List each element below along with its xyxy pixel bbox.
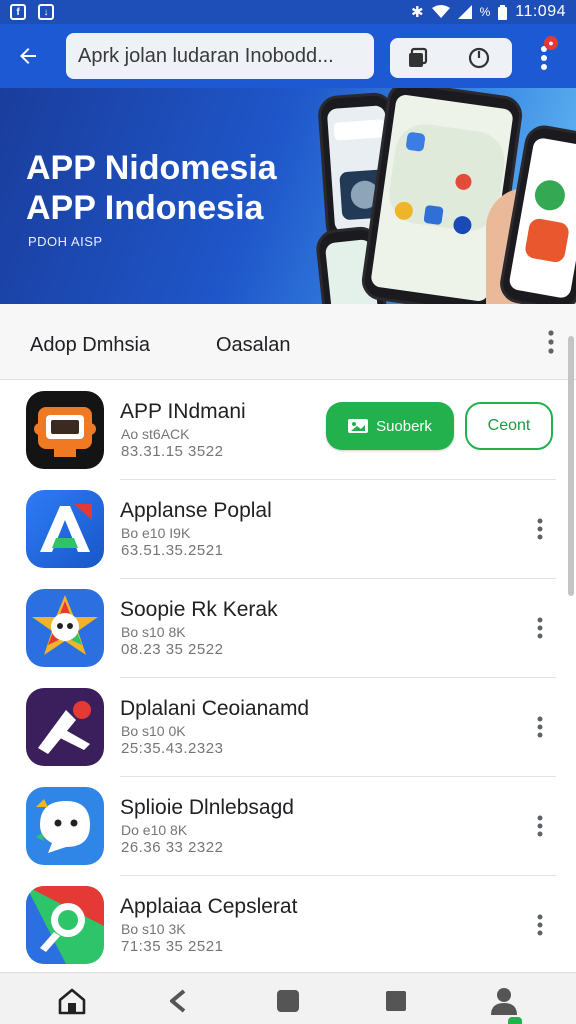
app-name: APP INdmani: [120, 400, 246, 423]
star-face-icon: [26, 589, 104, 667]
filter-row: Adop Dmhsia Oasalan: [0, 304, 576, 380]
promo-banner[interactable]: APP Nidomesia APP Indonesia PDOH AISP: [0, 88, 576, 304]
app-date: 83.31.15 3522: [121, 443, 224, 460]
app-date: 71:35 35 2521: [121, 938, 224, 955]
wifi-icon: [431, 5, 450, 18]
clock: 11:094: [515, 3, 566, 20]
list-item[interactable]: Splioie Dlnlebsagd Do e10 8K 26.36 33 23…: [0, 776, 566, 876]
notification-badge: ●: [544, 36, 558, 50]
open-button[interactable]: Suoberk: [326, 402, 454, 450]
nav-recents[interactable]: [270, 985, 306, 1017]
banner-title-line1: APP Nidomesia: [26, 149, 277, 187]
app-date: 63.51.35.2521: [121, 542, 224, 559]
timer-icon: [468, 47, 490, 69]
app-name: Soopie Rk Kerak: [120, 598, 278, 621]
more-button[interactable]: [530, 711, 550, 743]
more-button[interactable]: [530, 810, 550, 842]
more-button[interactable]: [530, 909, 550, 941]
app-meta: Ao st6ACK: [121, 426, 190, 442]
home-icon: [58, 988, 86, 1015]
bluetooth-icon: ✱: [411, 4, 424, 21]
overflow-menu-button[interactable]: ●: [524, 34, 564, 82]
battery-label: %: [479, 5, 491, 19]
app-meta: Bo e10 I9K: [121, 525, 191, 541]
tabs-button[interactable]: [390, 38, 446, 78]
search-input[interactable]: [78, 44, 362, 68]
list-item[interactable]: APP INdmani Ao st6ACK 83.31.15 3522 Suob…: [0, 380, 566, 480]
app-name: Applanse Poplal: [120, 499, 272, 522]
app-name: Dplalani Ceoianamd: [120, 697, 310, 720]
banner-title: APP Nidomesia APP Indonesia: [26, 148, 277, 228]
list-item[interactable]: Soopie Rk Kerak Bo s10 8K 08.23 35 2522: [0, 578, 566, 678]
robot-tablet-icon: [26, 391, 104, 469]
square-icon: [386, 991, 406, 1011]
triangle-back-icon: [170, 989, 186, 1013]
app-meta: Do e10 8K: [121, 822, 188, 838]
secondary-button-label: Ceont: [487, 417, 531, 434]
nav-profile[interactable]: [486, 985, 522, 1017]
download-icon: ↓: [38, 4, 54, 20]
letter-a-icon: [26, 490, 104, 568]
arrow-left-icon: [20, 48, 36, 64]
signal-icon: [457, 5, 472, 19]
kebab-icon: [537, 815, 543, 837]
app-date: 08.23 35 2522: [121, 641, 224, 658]
app-bar: ●: [0, 24, 576, 88]
nav-back[interactable]: [160, 985, 196, 1017]
more-button[interactable]: [530, 612, 550, 644]
square-icon: [277, 990, 299, 1012]
nav-apps[interactable]: [378, 985, 414, 1017]
kebab-icon: [537, 518, 543, 540]
list-item[interactable]: Applaiaa Cepslerat Bo s10 3K 71:35 35 25…: [0, 875, 566, 974]
image-icon: [348, 419, 369, 433]
list-item[interactable]: Applanse Poplal Bo e10 I9K 63.51.35.2521: [0, 479, 566, 579]
status-bar: f ↓ ✱ % 11:094: [0, 0, 576, 24]
app-name: Splioie Dlnlebsagd: [120, 796, 294, 819]
back-button[interactable]: [0, 28, 56, 84]
timer-button[interactable]: [446, 38, 512, 78]
app-date: 26.36 33 2322: [121, 839, 224, 856]
open-button-label: Suoberk: [376, 417, 432, 435]
secondary-button[interactable]: Ceont: [465, 402, 553, 450]
banner-title-line2: APP Indonesia: [26, 189, 264, 227]
kebab-icon: [537, 716, 543, 738]
kebab-icon: [541, 46, 547, 70]
scrollbar[interactable]: [568, 336, 574, 596]
banner-subtitle: PDOH AISP: [28, 234, 103, 249]
tabs-icon: [409, 47, 428, 67]
kebab-icon: [537, 617, 543, 639]
chat-face-icon: [26, 787, 104, 865]
app-meta: Bo s10 0K: [121, 723, 186, 739]
app-meta: Bo s10 3K: [121, 921, 186, 937]
kebab-icon: [548, 330, 554, 354]
filter-tab-2[interactable]: Oasalan: [216, 334, 291, 357]
app-date: 25:35.43.2323: [121, 740, 224, 757]
search-box[interactable]: [66, 33, 374, 79]
person-icon: [491, 988, 517, 1015]
filter-tab-1[interactable]: Adop Dmhsia: [30, 334, 150, 357]
battery-icon: [498, 4, 508, 20]
nav-home[interactable]: [54, 985, 90, 1017]
filter-more-button[interactable]: [548, 330, 554, 359]
app-meta: Bo s10 8K: [121, 624, 186, 640]
active-indicator: [508, 1017, 522, 1024]
notification-icon: f: [10, 4, 26, 20]
magnifier-icon: [26, 886, 104, 964]
bottom-nav: [0, 972, 576, 1024]
list-item[interactable]: Dplalani Ceoianamd Bo s10 0K 25:35.43.23…: [0, 677, 566, 777]
airplane-icon: [26, 688, 104, 766]
app-list: APP INdmani Ao st6ACK 83.31.15 3522 Suob…: [0, 380, 566, 974]
app-name: Applaiaa Cepslerat: [120, 895, 298, 918]
more-button[interactable]: [530, 513, 550, 545]
kebab-icon: [537, 914, 543, 936]
